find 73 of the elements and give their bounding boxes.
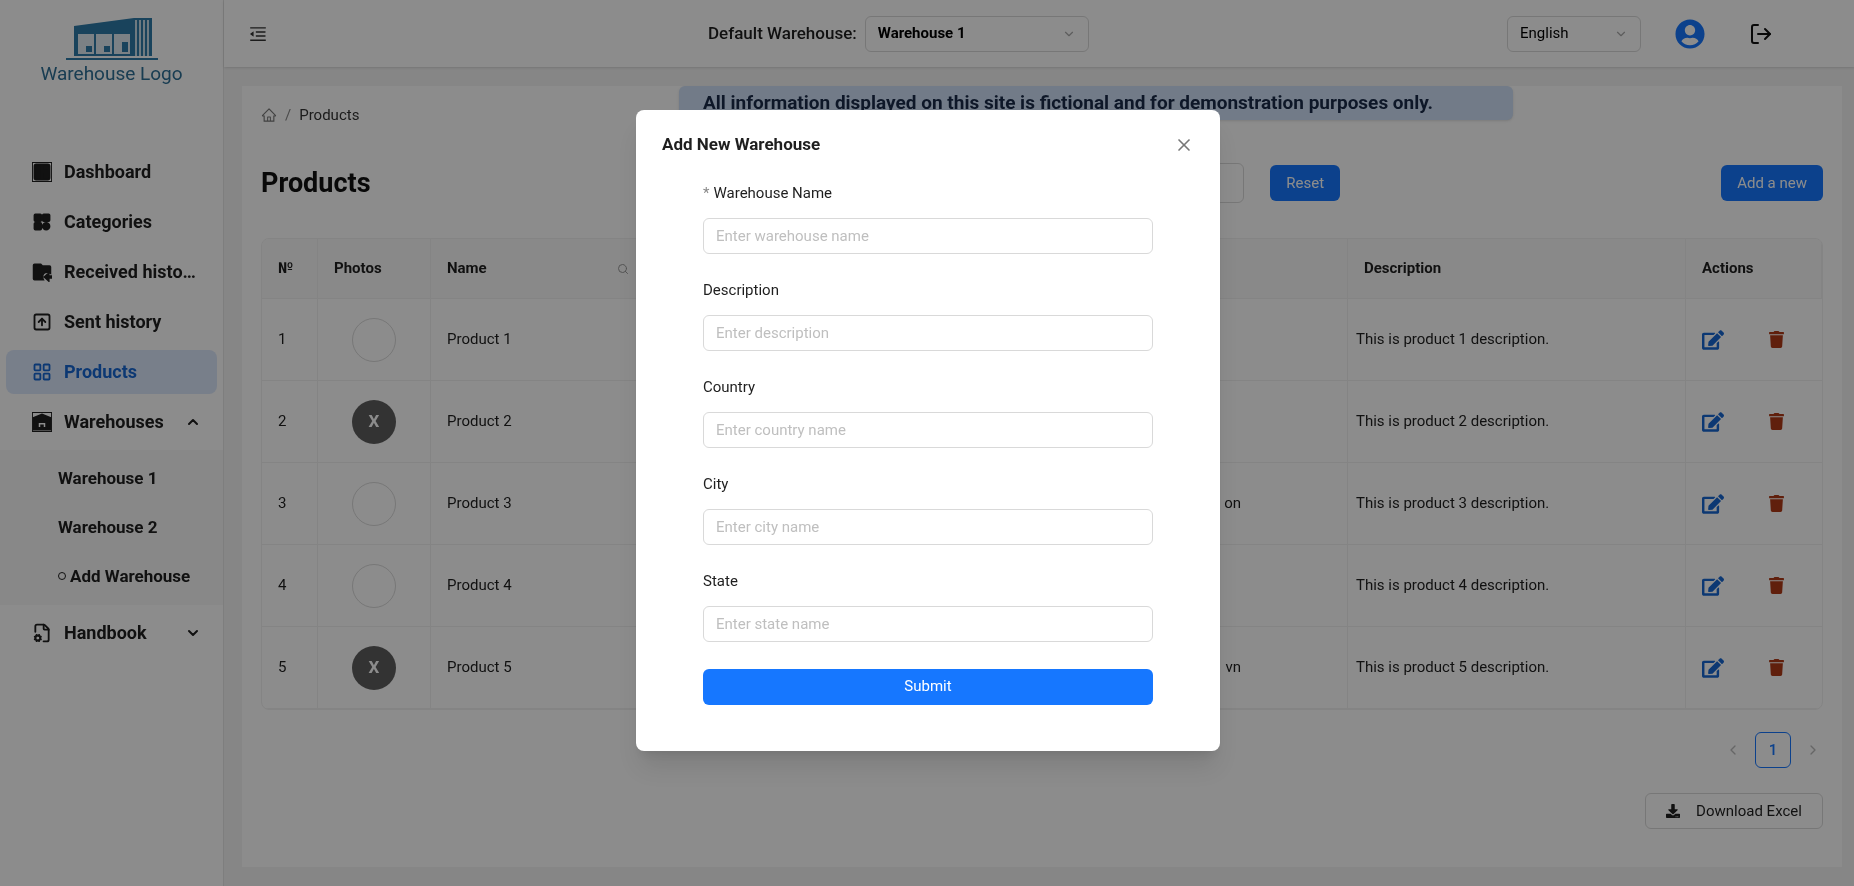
table-cell: This is product 3 description. (1348, 463, 1686, 544)
sidebar-item[interactable]: Received histo… (6, 249, 217, 294)
upload-icon (32, 311, 52, 332)
photo-avatar: X (352, 399, 396, 444)
home-icon[interactable] (261, 107, 277, 124)
trash-icon[interactable] (1768, 577, 1785, 594)
sidebar-item[interactable]: Products (6, 349, 217, 394)
table-cell: 1 (262, 299, 318, 380)
table-cell: This is product 5 description. (1348, 627, 1686, 708)
page-title: Products (261, 165, 371, 201)
avatar-icon[interactable] (1675, 18, 1705, 49)
categories-icon (32, 211, 52, 232)
table-cell: 5 (262, 627, 318, 708)
search-icon[interactable] (617, 262, 629, 275)
column-header: Actions (1686, 239, 1822, 298)
table-cell: This is product 4 description. (1348, 545, 1686, 626)
grid-icon (32, 361, 52, 382)
sidebar-subitem[interactable]: Warehouse 2 (0, 502, 223, 552)
logout-icon[interactable] (1749, 21, 1773, 46)
warehouse-icon (32, 411, 52, 432)
field-label: * Warehouse Name (703, 181, 1153, 206)
sidebar-item[interactable]: Sent history (6, 299, 217, 344)
edit-icon[interactable] (1702, 656, 1724, 679)
file-gear-icon (32, 622, 52, 643)
column-header: Photos (318, 239, 431, 298)
text-field[interactable]: Enter description (703, 314, 1153, 351)
field-label: State (703, 570, 739, 592)
reset-button[interactable]: Reset (1270, 164, 1341, 201)
page-button[interactable]: 1 (1755, 732, 1791, 768)
logo-text: Warehouse Logo (40, 62, 183, 86)
table-cell: This is product 2 description. (1348, 381, 1686, 462)
sidebar-subitem[interactable]: Add Warehouse (0, 551, 223, 601)
dialog-title: Add New Warehouse (662, 133, 821, 156)
warehouse-logo-icon (63, 16, 160, 62)
text-field[interactable]: Enter city name (703, 508, 1153, 545)
language-select[interactable]: English (1507, 15, 1641, 52)
field-label: Description (703, 279, 780, 301)
table-cell: This is product 1 description. (1348, 299, 1686, 380)
sidebar-item[interactable]: Dashboard (6, 149, 217, 194)
table-cell: 4 (262, 545, 318, 626)
trash-icon[interactable] (1768, 495, 1785, 512)
text-field[interactable]: Enter warehouse name (703, 217, 1153, 254)
text-field[interactable]: Enter state name (703, 605, 1153, 642)
table-cell: 3 (262, 463, 318, 544)
field-label: Country (703, 376, 757, 398)
add-new-button[interactable]: Add a new (1721, 164, 1823, 201)
sidebar-item[interactable]: Warehouses (6, 399, 217, 444)
warehouse-select[interactable]: Warehouse 1 (864, 15, 1089, 52)
column-header: Description (1348, 239, 1686, 298)
download-excel-button[interactable]: Download Excel (1645, 793, 1823, 829)
sidebar-subitem[interactable]: Warehouse 1 (0, 453, 223, 503)
text-field[interactable]: Enter country name (703, 411, 1153, 448)
column-header: № (262, 239, 318, 298)
trash-icon[interactable] (1768, 413, 1785, 430)
photo-avatar: X (352, 645, 396, 690)
default-warehouse-label: Default Warehouse: (708, 21, 857, 45)
trash-icon[interactable] (1768, 659, 1785, 676)
field-label: City (703, 473, 730, 495)
required-mark: * (703, 182, 710, 204)
edit-icon[interactable] (1702, 328, 1724, 351)
breadcrumb-separator: / (285, 105, 292, 126)
sidebar-item[interactable]: Handbook (6, 610, 217, 655)
edit-icon[interactable] (1702, 574, 1724, 597)
sidebar-item[interactable]: Categories (6, 199, 217, 244)
trash-icon[interactable] (1768, 331, 1785, 348)
edit-icon[interactable] (1702, 410, 1724, 433)
submit-button[interactable]: Submit (703, 668, 1153, 705)
edit-icon[interactable] (1702, 492, 1724, 515)
dashboard-icon (32, 161, 52, 182)
folder-icon (32, 261, 52, 282)
download-icon (1666, 804, 1681, 818)
breadcrumb-item[interactable]: Products (299, 104, 360, 127)
table-cell: 2 (262, 381, 318, 462)
